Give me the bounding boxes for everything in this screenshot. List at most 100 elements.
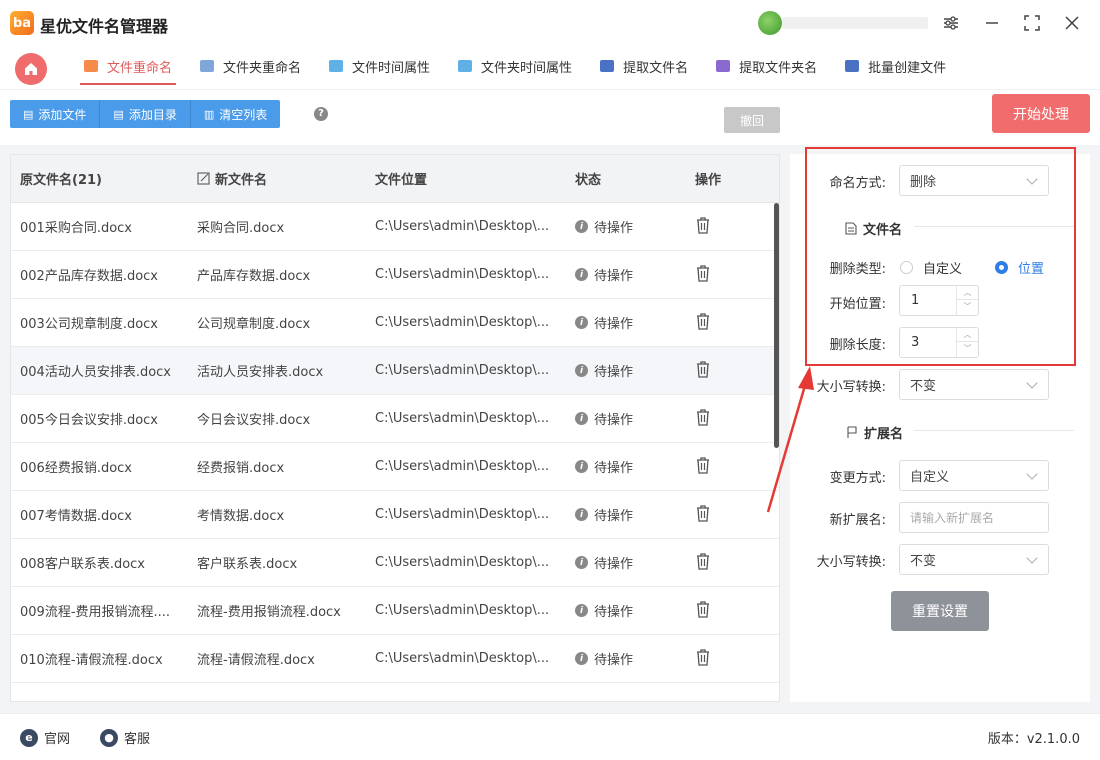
location-cell: C:\Users\admin\Desktop\...: [375, 459, 550, 474]
minimize-icon[interactable]: [979, 10, 1005, 36]
table-row[interactable]: 010流程-请假流程.docx 流程-请假流程.docx C:\Users\admi…: [11, 635, 779, 683]
tab-divider: [0, 89, 1100, 90]
status-cell: i 待操作: [566, 457, 686, 476]
delete-row-icon[interactable]: [695, 648, 711, 670]
table-row[interactable]: 008客户联系表.docx 客户联系表.docx C:\Users\admin\De…: [11, 539, 779, 587]
chevron-down-icon: [1026, 552, 1038, 564]
support-link[interactable]: ● 客服: [100, 728, 150, 747]
tab-batch-create[interactable]: 批量创建文件: [831, 50, 960, 82]
extension-section-title: 扩展名: [846, 423, 903, 442]
status-cell: i 待操作: [566, 553, 686, 572]
start-button[interactable]: 开始处理: [992, 94, 1090, 133]
ext-case-convert-select[interactable]: 不变: [899, 544, 1049, 575]
status-cell: i 待操作: [566, 409, 686, 428]
location-cell: C:\Users\admin\Desktop\...: [375, 603, 550, 618]
file-time-icon: [329, 60, 344, 72]
new-name-cell: 客户联系表.docx: [197, 557, 298, 572]
delete-row-icon[interactable]: [695, 552, 711, 574]
extract-foldername-icon: [716, 60, 731, 72]
tab-file-rename[interactable]: 文件重命名: [70, 50, 186, 85]
delete-row-icon[interactable]: [695, 360, 711, 382]
info-icon: i: [575, 364, 588, 377]
help-icon[interactable]: ?: [314, 107, 328, 121]
table-row[interactable]: 002产品库存数据.docx 产品库存数据.docx C:\Users\admin\…: [11, 251, 779, 299]
case-convert-select[interactable]: 不变: [899, 369, 1049, 400]
original-name-cell: 004活动人员安排表.docx: [20, 365, 171, 380]
action-cell: [686, 648, 766, 670]
undo-button[interactable]: 撤回: [724, 107, 780, 133]
action-cell: [686, 552, 766, 574]
table-row[interactable]: 005今日会议安排.docx 今日会议安排.docx C:\Users\admin\…: [11, 395, 779, 443]
header-original-name: 原文件名(21): [20, 173, 102, 188]
website-link[interactable]: e 官网: [20, 728, 70, 747]
table-row[interactable]: 003公司规章制度.docx 公司规章制度.docx C:\Users\admin\…: [11, 299, 779, 347]
table-row[interactable]: 009流程-费用报销流程.... 流程-费用报销流程.docx C:\Users\a…: [11, 587, 779, 635]
ie-icon: e: [20, 728, 38, 747]
tab-extract-filename[interactable]: 提取文件名: [586, 50, 702, 82]
batch-create-icon: [845, 60, 860, 72]
delete-row-icon[interactable]: [695, 408, 711, 430]
table-row[interactable]: 007考情数据.docx 考情数据.docx C:\Users\admin\Desk…: [11, 491, 779, 539]
status-cell: i 待操作: [566, 649, 686, 668]
original-name-cell: 006经费报销.docx: [20, 461, 132, 476]
header-status: 状态: [575, 173, 602, 188]
extract-filename-icon: [600, 60, 615, 72]
original-name-cell: 001采购合同.docx: [20, 221, 132, 236]
home-button[interactable]: [15, 53, 47, 85]
section-divider: [914, 430, 1074, 431]
user-avatar[interactable]: [758, 11, 782, 35]
original-name-cell: 005今日会议安排.docx: [20, 413, 158, 428]
status-cell: i 待操作: [566, 361, 686, 380]
delete-row-icon[interactable]: [695, 264, 711, 286]
original-name-cell: 003公司规章制度.docx: [20, 317, 158, 332]
delete-row-icon[interactable]: [695, 504, 711, 526]
reset-settings-button[interactable]: 重置设置: [891, 591, 989, 631]
app-title: 星优文件名管理器: [40, 17, 169, 36]
tab-folder-rename[interactable]: 文件夹重命名: [186, 50, 315, 82]
original-name-cell: 008客户联系表.docx: [20, 557, 145, 572]
settings-icon[interactable]: [938, 10, 964, 36]
location-cell: C:\Users\admin\Desktop\...: [375, 363, 550, 378]
add-file-button[interactable]: ▤ 添加文件: [10, 100, 101, 128]
maximize-icon[interactable]: [1019, 10, 1045, 36]
close-icon[interactable]: [1059, 10, 1085, 36]
add-dir-button[interactable]: ▤ 添加目录: [100, 100, 191, 128]
tab-folder-time[interactable]: 文件夹时间属性: [444, 50, 586, 82]
home-icon: [25, 63, 37, 75]
action-cell: [686, 504, 766, 526]
original-name-cell: 009流程-费用报销流程....: [20, 605, 171, 620]
new-name-cell: 经费报销.docx: [197, 461, 285, 476]
status-cell: i 待操作: [566, 601, 686, 620]
trash-icon: ▥: [203, 107, 215, 121]
new-name-cell: 今日会议安排.docx: [197, 413, 311, 428]
clear-list-button[interactable]: ▥ 清空列表: [190, 100, 281, 128]
info-icon: i: [575, 316, 588, 329]
table-row[interactable]: 006经费报销.docx 经费报销.docx C:\Users\admin\Desk…: [11, 443, 779, 491]
delete-row-icon[interactable]: [695, 312, 711, 334]
info-icon: i: [575, 412, 588, 425]
original-name-cell: 007考情数据.docx: [20, 509, 132, 524]
location-cell: C:\Users\admin\Desktop\...: [375, 555, 550, 570]
tab-extract-foldername[interactable]: 提取文件夹名: [702, 50, 831, 82]
table-row[interactable]: 001采购合同.docx 采购合同.docx C:\Users\admin\Desk…: [11, 203, 779, 251]
location-cell: C:\Users\admin\Desktop\...: [375, 411, 550, 426]
new-extension-input[interactable]: 请输入新扩展名: [899, 502, 1049, 533]
version-label: 版本：v2.1.0.0: [987, 732, 1080, 747]
info-icon: i: [575, 604, 588, 617]
status-cell: i 待操作: [566, 505, 686, 524]
original-name-cell: 010流程-请假流程.docx: [20, 653, 163, 668]
info-icon: i: [575, 220, 588, 233]
delete-row-icon[interactable]: [695, 456, 711, 478]
tab-file-time[interactable]: 文件时间属性: [315, 50, 444, 82]
table-row[interactable]: 004活动人员安排表.docx 活动人员安排表.docx C:\Users\admi…: [11, 347, 779, 395]
delete-row-icon[interactable]: [695, 216, 711, 238]
info-icon: i: [575, 556, 588, 569]
change-mode-select[interactable]: 自定义: [899, 460, 1049, 491]
new-name-cell: 活动人员安排表.docx: [197, 365, 324, 380]
location-cell: C:\Users\admin\Desktop\...: [375, 651, 550, 666]
title-bar: ba 星优文件名管理器: [0, 0, 1100, 46]
chat-icon: ●: [100, 728, 118, 747]
chevron-down-icon: [1026, 468, 1038, 480]
edit-icon: [197, 172, 210, 185]
delete-row-icon[interactable]: [695, 600, 711, 622]
